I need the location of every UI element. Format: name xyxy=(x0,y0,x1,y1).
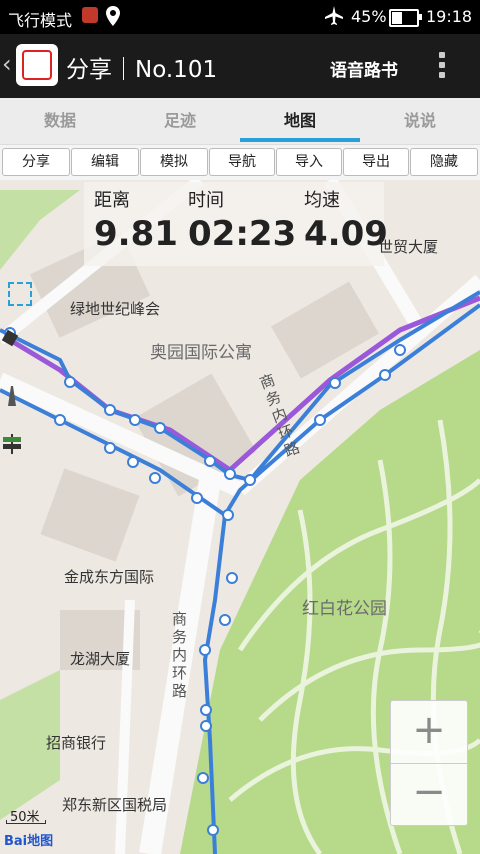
navigate-button[interactable]: 导航 xyxy=(209,148,275,176)
road-icon[interactable] xyxy=(0,384,24,408)
app-bar: ‹ 分享｜No.101 语音路书 xyxy=(0,34,480,98)
airplane-mode-label: 飞行模式 xyxy=(8,11,73,30)
share-button[interactable]: 分享 xyxy=(2,148,70,176)
status-bar: 飞行模式 45% 19:18 xyxy=(0,0,480,34)
simulate-button[interactable]: 模拟 xyxy=(140,148,208,176)
poi-label[interactable]: 招商银行 xyxy=(46,732,106,753)
clock: 19:18 xyxy=(426,7,473,26)
poi-label[interactable]: 郑东新区国税局 xyxy=(62,794,167,815)
tab-data[interactable]: 数据 xyxy=(0,98,120,144)
voice-roadbook-button[interactable]: 语音路书 xyxy=(330,56,398,81)
scale-bar xyxy=(6,820,46,824)
export-button[interactable]: 导出 xyxy=(343,148,409,176)
poi-label[interactable]: 龙湖大厦 xyxy=(70,648,130,669)
tab-map[interactable]: 地图 xyxy=(240,98,360,144)
distance-label: 距离 xyxy=(94,190,130,211)
road-label: 商务内环路 xyxy=(172,610,188,700)
overflow-menu-icon[interactable] xyxy=(438,52,446,82)
import-button[interactable]: 导入 xyxy=(276,148,342,176)
zoom-in-button[interactable]: + xyxy=(391,701,467,764)
battery-percentage: 45% xyxy=(351,7,387,26)
tab-footprint[interactable]: 足迹 xyxy=(120,98,240,144)
speed-value: 4.09 xyxy=(304,214,388,254)
signpost-icon[interactable] xyxy=(0,432,24,456)
page-title: 分享｜No.101 xyxy=(66,57,218,83)
zoom-out-button[interactable]: − xyxy=(391,763,467,825)
park-label[interactable]: 红白花公园 xyxy=(302,594,387,619)
track-stats-panel: 距离 9.81 时间 02:23 均速 4.09 xyxy=(84,182,388,266)
zoom-controls: + − xyxy=(390,700,468,826)
time-value: 02:23 xyxy=(188,214,297,254)
location-icon xyxy=(106,6,120,26)
app-notification-icon xyxy=(82,7,98,23)
speed-label: 均速 xyxy=(304,190,340,211)
tab-talk[interactable]: 说说 xyxy=(360,98,480,144)
battery-icon xyxy=(389,9,422,27)
distance-value: 9.81 xyxy=(94,214,178,254)
back-icon[interactable]: ‹ xyxy=(2,50,12,78)
map-view[interactable]: 距离 9.81 时间 02:23 均速 4.09 绿地世纪峰会 奥园国际公寓 金… xyxy=(0,180,480,854)
poi-label[interactable]: 奥园国际公寓 xyxy=(150,338,252,363)
hide-button[interactable]: 隐藏 xyxy=(410,148,478,176)
tab-bar: 数据 足迹 地图 说说 xyxy=(0,98,480,144)
select-area-icon[interactable] xyxy=(8,282,32,306)
baidu-logo: Bai地图 xyxy=(4,834,54,849)
poi-label[interactable]: 世贸大厦 xyxy=(378,236,438,257)
app-logo[interactable] xyxy=(16,44,58,86)
edit-button[interactable]: 编辑 xyxy=(71,148,139,176)
airplane-icon xyxy=(325,6,343,25)
time-label: 时间 xyxy=(188,190,224,211)
poi-label[interactable]: 金成东方国际 xyxy=(64,566,154,587)
layers-icon[interactable] xyxy=(0,328,24,352)
poi-label[interactable]: 绿地世纪峰会 xyxy=(70,298,160,319)
map-toolbar: 分享 编辑 模拟 导航 导入 导出 隐藏 xyxy=(0,144,480,181)
